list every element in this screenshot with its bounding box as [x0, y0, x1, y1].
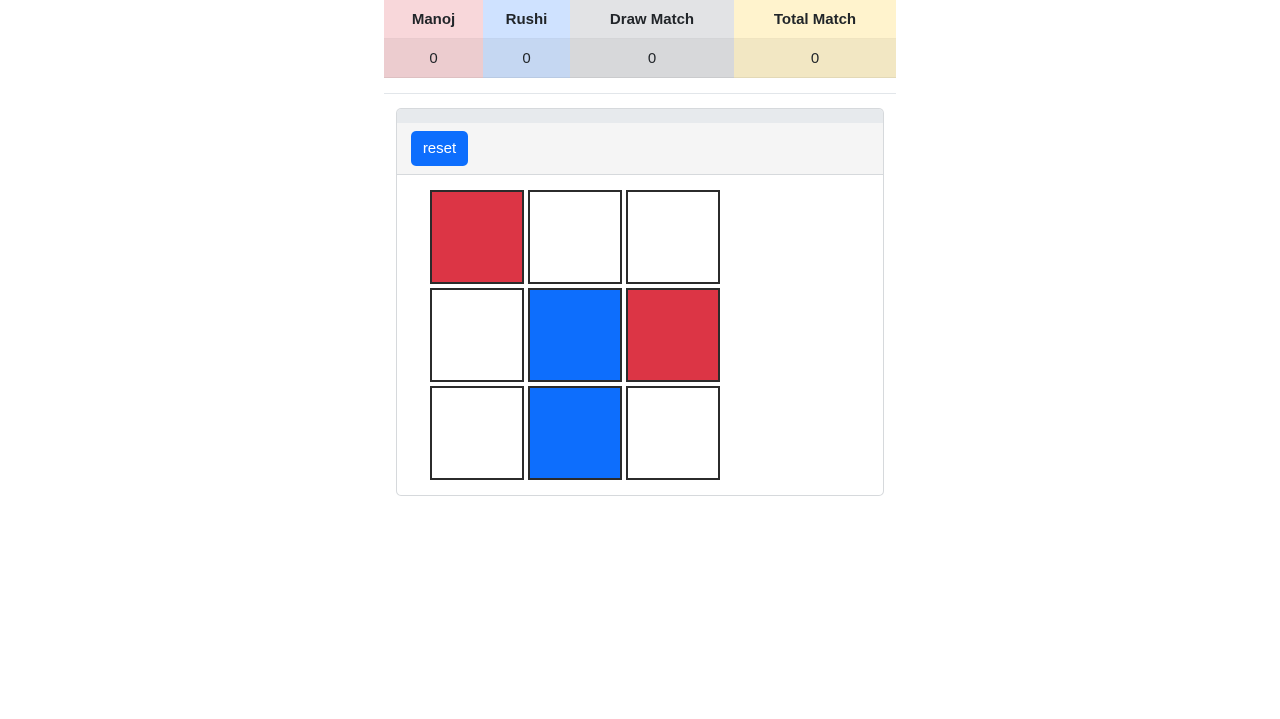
divider: [384, 78, 896, 94]
board-cell-blue[interactable]: [528, 288, 622, 382]
board-cell-red[interactable]: [430, 190, 524, 284]
score-draw-match: 0: [570, 38, 734, 78]
header-manoj: Manoj: [384, 0, 483, 39]
score-total-match: 0: [734, 38, 896, 78]
board-cell-red[interactable]: [626, 288, 720, 382]
board-cell-empty[interactable]: [626, 190, 720, 284]
board-cell-empty[interactable]: [528, 190, 622, 284]
header-rushi: Rushi: [483, 0, 570, 39]
board-cell-blue[interactable]: [528, 386, 622, 480]
scoreboard-value-row: 0 0 0 0: [384, 38, 896, 78]
board-cell-empty[interactable]: [430, 288, 524, 382]
game-card: reset: [396, 108, 884, 496]
board-cell-empty[interactable]: [430, 386, 524, 480]
tic-tac-toe-board: [430, 190, 720, 480]
header-total-match: Total Match: [734, 0, 896, 39]
card-top-strip: [397, 109, 883, 123]
reset-button[interactable]: reset: [411, 131, 468, 166]
scoreboard-header-row: Manoj Rushi Draw Match Total Match: [384, 0, 896, 39]
header-draw-match: Draw Match: [570, 0, 734, 39]
score-rushi: 0: [483, 38, 570, 78]
card-header: reset: [397, 123, 883, 175]
score-manoj: 0: [384, 38, 483, 78]
board-cell-empty[interactable]: [626, 386, 720, 480]
scoreboard-table: Manoj Rushi Draw Match Total Match 0 0 0…: [384, 0, 896, 78]
scoreboard-container: Manoj Rushi Draw Match Total Match 0 0 0…: [384, 0, 896, 94]
